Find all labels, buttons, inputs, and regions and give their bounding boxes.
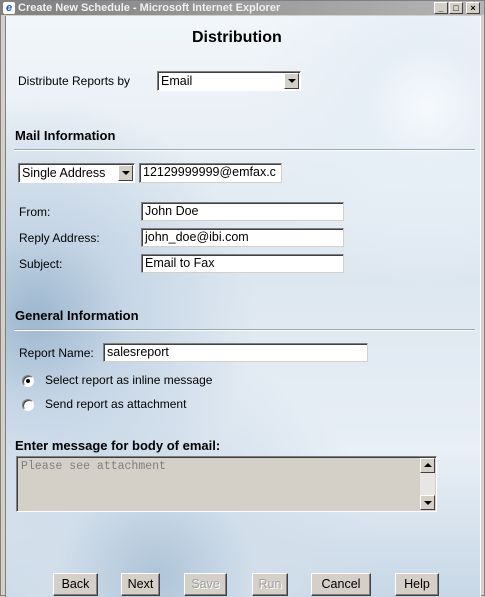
chevron-down-icon[interactable]	[284, 73, 299, 89]
distribute-by-select[interactable]: Email	[157, 71, 301, 91]
window-title: Create New Schedule - Microsoft Internet…	[18, 2, 281, 14]
close-button[interactable]: ×	[466, 2, 480, 14]
page-title: Distribution	[192, 29, 282, 46]
distribute-by-label: Distribute Reports by	[18, 74, 131, 88]
general-information-heading: General Information	[15, 308, 139, 323]
subject-input[interactable]: Email to Fax	[141, 254, 344, 273]
attachment-radio[interactable]	[22, 399, 34, 411]
minimize-button[interactable]: _	[434, 2, 448, 14]
from-label: From:	[19, 205, 51, 219]
save-button[interactable]: Save	[184, 573, 227, 596]
attachment-label[interactable]: Send report as attachment	[45, 397, 186, 411]
help-button[interactable]: Help	[395, 573, 439, 596]
arrow-down-icon[interactable]	[420, 495, 435, 510]
report-name-label: Report Name:	[19, 346, 94, 360]
title-bar: e Create New Schedule - Microsoft Intern…	[1, 1, 484, 15]
reply-address-label: Reply Address:	[19, 231, 100, 245]
mail-information-divider	[14, 149, 475, 151]
cancel-button[interactable]: Cancel	[311, 573, 371, 596]
distribute-by-value: Email	[161, 74, 193, 88]
message-body-textarea[interactable]: Please see attachment	[16, 456, 437, 512]
subject-label: Subject:	[19, 257, 63, 271]
back-button[interactable]: Back	[53, 573, 98, 596]
ie-logo-icon: e	[3, 2, 15, 14]
address-type-value: Single Address	[22, 166, 106, 180]
address-input[interactable]: 12129999999@emfax.c	[139, 163, 282, 183]
inline-message-label[interactable]: Select report as inline message	[45, 373, 212, 387]
arrow-up-icon[interactable]	[420, 458, 435, 473]
browser-window: e Create New Schedule - Microsoft Intern…	[0, 0, 485, 597]
mail-information-heading: Mail Information	[15, 128, 116, 143]
address-type-select[interactable]: Single Address	[18, 163, 135, 183]
message-body-label: Enter message for body of email:	[15, 438, 221, 453]
report-name-input[interactable]: salesreport	[103, 343, 368, 362]
next-button[interactable]: Next	[121, 573, 160, 596]
chevron-down-icon[interactable]	[118, 165, 133, 181]
from-input[interactable]: John Doe	[141, 202, 344, 221]
run-button[interactable]: Run	[252, 573, 288, 596]
maximize-button[interactable]: □	[449, 2, 463, 14]
page-content: Distribution Distribute Reports by Email…	[5, 16, 481, 597]
inline-message-radio[interactable]	[22, 375, 34, 387]
message-body-placeholder: Please see attachment	[21, 460, 166, 473]
message-scrollbar[interactable]	[420, 458, 435, 510]
general-information-divider	[14, 329, 475, 331]
reply-address-input[interactable]: john_doe@ibi.com	[141, 228, 344, 247]
